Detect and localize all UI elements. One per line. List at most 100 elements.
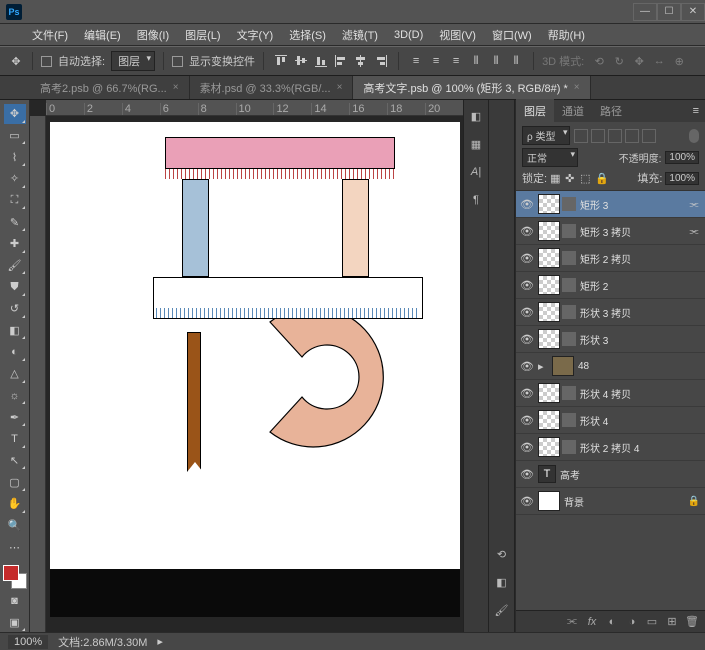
paragraph-panel-icon[interactable]: ¶ — [466, 190, 486, 210]
pen-tool[interactable]: ✒ — [4, 407, 26, 427]
layer-row[interactable]: 👁 ▸ 48 — [516, 353, 705, 380]
align-vcenter-icon[interactable] — [292, 52, 310, 70]
layer-row[interactable]: 👁 形状 2 拷贝 4 — [516, 434, 705, 461]
layer-name[interactable]: 矩形 2 — [580, 278, 701, 293]
blend-mode-select[interactable]: 正常 — [522, 148, 578, 167]
zoom-tool[interactable]: 🔍 — [4, 516, 26, 536]
dist-left-icon[interactable]: ⫴ — [467, 52, 485, 70]
layer-name[interactable]: 形状 2 拷贝 4 — [580, 440, 701, 455]
lock-artboard-icon[interactable]: ⬚ — [580, 172, 592, 184]
swatches-panel-icon[interactable]: ▦ — [466, 134, 486, 154]
filter-smart-icon[interactable] — [642, 129, 656, 143]
group-icon[interactable]: ▭ — [645, 615, 659, 629]
eraser-tool[interactable]: ◧ — [4, 321, 26, 341]
align-right-icon[interactable] — [372, 52, 390, 70]
auto-select-mode[interactable]: 图层 — [111, 51, 155, 71]
screenmode-tool[interactable]: ▣ — [4, 612, 26, 632]
menu-filter[interactable]: 滤镜(T) — [338, 25, 382, 45]
brush-panel-icon[interactable]: 🖌 — [492, 600, 512, 620]
align-bottom-icon[interactable] — [312, 52, 330, 70]
status-zoom[interactable]: 100% — [8, 635, 48, 649]
close-icon[interactable]: × — [574, 82, 580, 93]
layer-row[interactable]: 👁 形状 3 拷贝 — [516, 299, 705, 326]
blur-tool[interactable]: △ — [4, 364, 26, 384]
panel-menu-icon[interactable]: ≡ — [687, 105, 705, 117]
layer-name[interactable]: 高考 — [560, 467, 701, 482]
minimize-button[interactable]: — — [633, 3, 657, 21]
tab-channels[interactable]: 通道 — [554, 99, 592, 123]
visibility-icon[interactable]: 👁 — [520, 386, 534, 400]
history-panel-icon[interactable]: ⟲ — [492, 544, 512, 564]
move-tool[interactable]: ✥ — [4, 104, 26, 124]
tab-layers[interactable]: 图层 — [516, 99, 554, 123]
layer-name[interactable]: 48 — [578, 361, 701, 372]
layer-name[interactable]: 矩形 3 — [580, 197, 683, 212]
visibility-icon[interactable]: 👁 — [520, 224, 534, 238]
opacity-input[interactable]: 100% — [665, 151, 699, 164]
layer-name[interactable]: 矩形 2 拷贝 — [580, 251, 701, 266]
visibility-icon[interactable]: 👁 — [520, 413, 534, 427]
menu-select[interactable]: 选择(S) — [285, 25, 330, 45]
menu-3d[interactable]: 3D(D) — [390, 27, 427, 43]
color-swatches[interactable] — [3, 565, 27, 589]
eyedrop-tool[interactable]: ✎ — [4, 212, 26, 232]
layer-row[interactable]: 👁背景🔒 — [516, 488, 705, 515]
path-tool[interactable]: ↖ — [4, 451, 26, 471]
doc-tab-1[interactable]: 高考2.psb @ 66.7%(RG...× — [30, 76, 190, 99]
close-icon[interactable]: × — [337, 82, 343, 93]
lock-pixels-icon[interactable]: ▦ — [550, 172, 562, 184]
tab-paths[interactable]: 路径 — [592, 99, 630, 123]
history-tool[interactable]: ↺ — [4, 299, 26, 319]
gradient-tool[interactable]: ◐ — [4, 342, 26, 362]
shape-tool[interactable]: ▢ — [4, 472, 26, 492]
quickmask-tool[interactable]: ◙ — [4, 591, 26, 611]
adjustment-icon[interactable]: ◑ — [625, 615, 639, 629]
visibility-icon[interactable]: 👁 — [520, 359, 534, 373]
layer-name[interactable]: 形状 4 拷贝 — [580, 386, 701, 401]
close-button[interactable]: ✕ — [681, 3, 705, 21]
dodge-tool[interactable]: ☼ — [4, 386, 26, 406]
lock-all-icon[interactable]: 🔒 — [595, 172, 607, 184]
layer-row[interactable]: 👁 矩形 2 拷贝 — [516, 245, 705, 272]
visibility-icon[interactable]: 👁 — [520, 332, 534, 346]
menu-window[interactable]: 窗口(W) — [488, 25, 536, 45]
layer-filter-kind[interactable]: ρ 类型 — [522, 126, 570, 145]
visibility-icon[interactable]: 👁 — [520, 467, 534, 481]
layer-name[interactable]: 形状 3 — [580, 332, 701, 347]
visibility-icon[interactable]: 👁 — [520, 278, 534, 292]
visibility-icon[interactable]: 👁 — [520, 197, 534, 211]
visibility-icon[interactable]: 👁 — [520, 251, 534, 265]
menu-type[interactable]: 文字(Y) — [233, 25, 278, 45]
crop-tool[interactable]: ⛶ — [4, 191, 26, 211]
visibility-icon[interactable]: 👁 — [520, 305, 534, 319]
menu-file[interactable]: 文件(F) — [28, 25, 72, 45]
layer-name[interactable]: 矩形 3 拷贝 — [580, 224, 683, 239]
layer-row[interactable]: 👁 形状 3 — [516, 326, 705, 353]
fx-icon[interactable]: fx — [585, 615, 599, 629]
stamp-tool[interactable]: ⛊ — [4, 277, 26, 297]
maximize-button[interactable]: ☐ — [657, 3, 681, 21]
menu-help[interactable]: 帮助(H) — [544, 25, 589, 45]
props-panel-icon[interactable]: ◧ — [492, 572, 512, 592]
char-panel-icon[interactable]: A| — [466, 162, 486, 182]
wand-tool[interactable]: ✧ — [4, 169, 26, 189]
dist-right-icon[interactable]: ⫴ — [507, 52, 525, 70]
trash-icon[interactable]: 🗑 — [685, 615, 699, 629]
fg-color[interactable] — [3, 565, 19, 581]
filter-toggle[interactable] — [689, 129, 699, 143]
align-hcenter-icon[interactable] — [352, 52, 370, 70]
visibility-icon[interactable]: 👁 — [520, 440, 534, 454]
folder-arrow-icon[interactable]: ▸ — [538, 360, 548, 373]
canvas[interactable] — [50, 122, 460, 617]
dist-vcenter-icon[interactable]: ≡ — [427, 52, 445, 70]
lock-position-icon[interactable]: ✜ — [565, 172, 577, 184]
status-arrow-icon[interactable]: ▸ — [157, 635, 163, 648]
layer-name[interactable]: 形状 3 拷贝 — [580, 305, 701, 320]
mask-icon[interactable]: ◐ — [605, 615, 619, 629]
brush-tool[interactable]: 🖌 — [4, 256, 26, 276]
menu-view[interactable]: 视图(V) — [435, 25, 480, 45]
close-icon[interactable]: × — [173, 82, 179, 93]
filter-adj-icon[interactable] — [591, 129, 605, 143]
align-top-icon[interactable] — [272, 52, 290, 70]
filter-type-icon[interactable] — [608, 129, 622, 143]
